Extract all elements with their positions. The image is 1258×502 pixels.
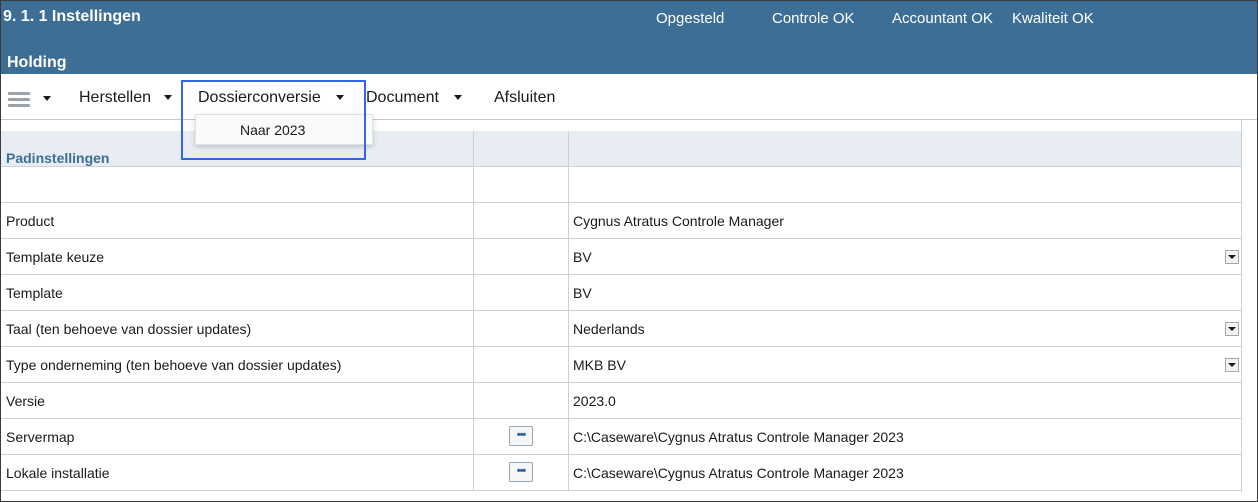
- hamburger-menu-icon[interactable]: [8, 92, 30, 108]
- row-action-cell: [474, 203, 569, 238]
- row-label-cell: Servermap: [1, 419, 474, 454]
- dropdown-arrow-icon[interactable]: [1225, 358, 1239, 372]
- row-label-cell: Product: [1, 203, 474, 238]
- row-value: C:\Caseware\Cygnus Atratus Controle Mana…: [573, 429, 904, 445]
- browse-lokale-installatie-button[interactable]: •••: [509, 462, 533, 482]
- row-action-cell: [474, 167, 569, 202]
- row-action-cell: [474, 347, 569, 382]
- status-accountant-ok[interactable]: Accountant OK: [892, 10, 993, 27]
- chevron-down-icon: [164, 95, 173, 101]
- template-keuze-select[interactable]: BV: [569, 239, 1241, 274]
- table-row-taal: Taal (ten behoeve van dossier updates) N…: [1, 311, 1241, 347]
- table-row-template-keuze: Template keuze BV: [1, 239, 1241, 275]
- section-header-spacer: [474, 131, 569, 166]
- highlight-box: [181, 80, 366, 160]
- menu-document-label: Document: [366, 89, 439, 106]
- row-value: Cygnus Atratus Controle Manager: [573, 213, 784, 229]
- row-label: Product: [6, 213, 55, 229]
- taal-select[interactable]: Nederlands: [569, 311, 1241, 346]
- page-title: 9. 1. 1 Instellingen: [3, 8, 141, 25]
- row-action-cell: [474, 275, 569, 310]
- table-row-empty: [1, 167, 1241, 203]
- window: 9. 1. 1 Instellingen Opgesteld Controle …: [0, 0, 1258, 502]
- row-label-cell: Versie: [1, 383, 474, 418]
- row-value: BV: [573, 249, 592, 265]
- lokale-installatie-field[interactable]: C:\Caseware\Cygnus Atratus Controle Mana…: [569, 455, 1241, 490]
- header-bar: 9. 1. 1 Instellingen Opgesteld Controle …: [1, 1, 1257, 74]
- menu-document[interactable]: Document: [366, 89, 463, 107]
- row-label-cell: Lokale installatie: [1, 455, 474, 490]
- row-action-cell: [474, 311, 569, 346]
- row-label: Servermap: [6, 429, 75, 445]
- versie-field[interactable]: 2023.0: [569, 383, 1241, 418]
- row-label-cell: Taal (ten behoeve van dossier updates): [1, 311, 474, 346]
- dropdown-arrow-icon[interactable]: [1225, 250, 1239, 264]
- entity-name: Holding: [7, 54, 67, 71]
- section-title: Padinstellingen: [6, 150, 110, 166]
- row-action-cell: [474, 383, 569, 418]
- row-value-cell[interactable]: [569, 167, 1241, 202]
- row-value: BV: [573, 285, 592, 301]
- row-label: Template keuze: [6, 249, 105, 265]
- row-label-cell: [1, 167, 474, 202]
- row-label-cell: Type onderneming (ten behoeve van dossie…: [1, 347, 474, 382]
- row-label: Template: [6, 285, 63, 301]
- row-value: MKB BV: [573, 357, 626, 373]
- template-field[interactable]: BV: [569, 275, 1241, 310]
- row-label-cell: Template: [1, 275, 474, 310]
- type-onderneming-select[interactable]: MKB BV: [569, 347, 1241, 382]
- table-row-lokale-installatie: Lokale installatie ••• C:\Caseware\Cygnu…: [1, 455, 1241, 491]
- servermap-field[interactable]: C:\Caseware\Cygnus Atratus Controle Mana…: [569, 419, 1241, 454]
- row-label: Type onderneming (ten behoeve van dossie…: [6, 357, 342, 373]
- status-controle-ok[interactable]: Controle OK: [772, 10, 855, 27]
- table-row-product: Product Cygnus Atratus Controle Manager: [1, 203, 1241, 239]
- section-header-value: [569, 131, 1241, 166]
- row-action-cell: •••: [474, 419, 569, 454]
- row-label: Taal (ten behoeve van dossier updates): [6, 321, 252, 337]
- row-action-cell: •••: [474, 455, 569, 490]
- menu-herstellen[interactable]: Herstellen: [79, 89, 173, 107]
- menu-herstellen-label: Herstellen: [79, 89, 152, 106]
- dropdown-arrow-icon[interactable]: [1225, 322, 1239, 336]
- table-row-template: Template BV: [1, 275, 1241, 311]
- row-value: C:\Caseware\Cygnus Atratus Controle Mana…: [573, 465, 904, 481]
- table-row-type-onderneming: Type onderneming (ten behoeve van dossie…: [1, 347, 1241, 383]
- row-label: Lokale installatie: [6, 465, 110, 481]
- table-row-servermap: Servermap ••• C:\Caseware\Cygnus Atratus…: [1, 419, 1241, 455]
- row-value: Nederlands: [573, 321, 645, 337]
- table-right-border: [1241, 120, 1242, 492]
- row-action-cell: [474, 239, 569, 274]
- table-row-versie: Versie 2023.0: [1, 383, 1241, 419]
- menu-afsluiten[interactable]: Afsluiten: [494, 89, 555, 107]
- row-value: 2023.0: [573, 393, 616, 409]
- status-opgesteld[interactable]: Opgesteld: [656, 10, 724, 27]
- hamburger-caret-icon[interactable]: [43, 96, 51, 101]
- status-kwaliteit-ok[interactable]: Kwaliteit OK: [1012, 10, 1094, 27]
- menu-afsluiten-label: Afsluiten: [494, 89, 556, 106]
- row-label: Versie: [6, 393, 45, 409]
- row-label-cell: Template keuze: [1, 239, 474, 274]
- chevron-down-icon: [454, 95, 463, 101]
- browse-servermap-button[interactable]: •••: [509, 426, 533, 446]
- product-field[interactable]: Cygnus Atratus Controle Manager: [569, 203, 1241, 238]
